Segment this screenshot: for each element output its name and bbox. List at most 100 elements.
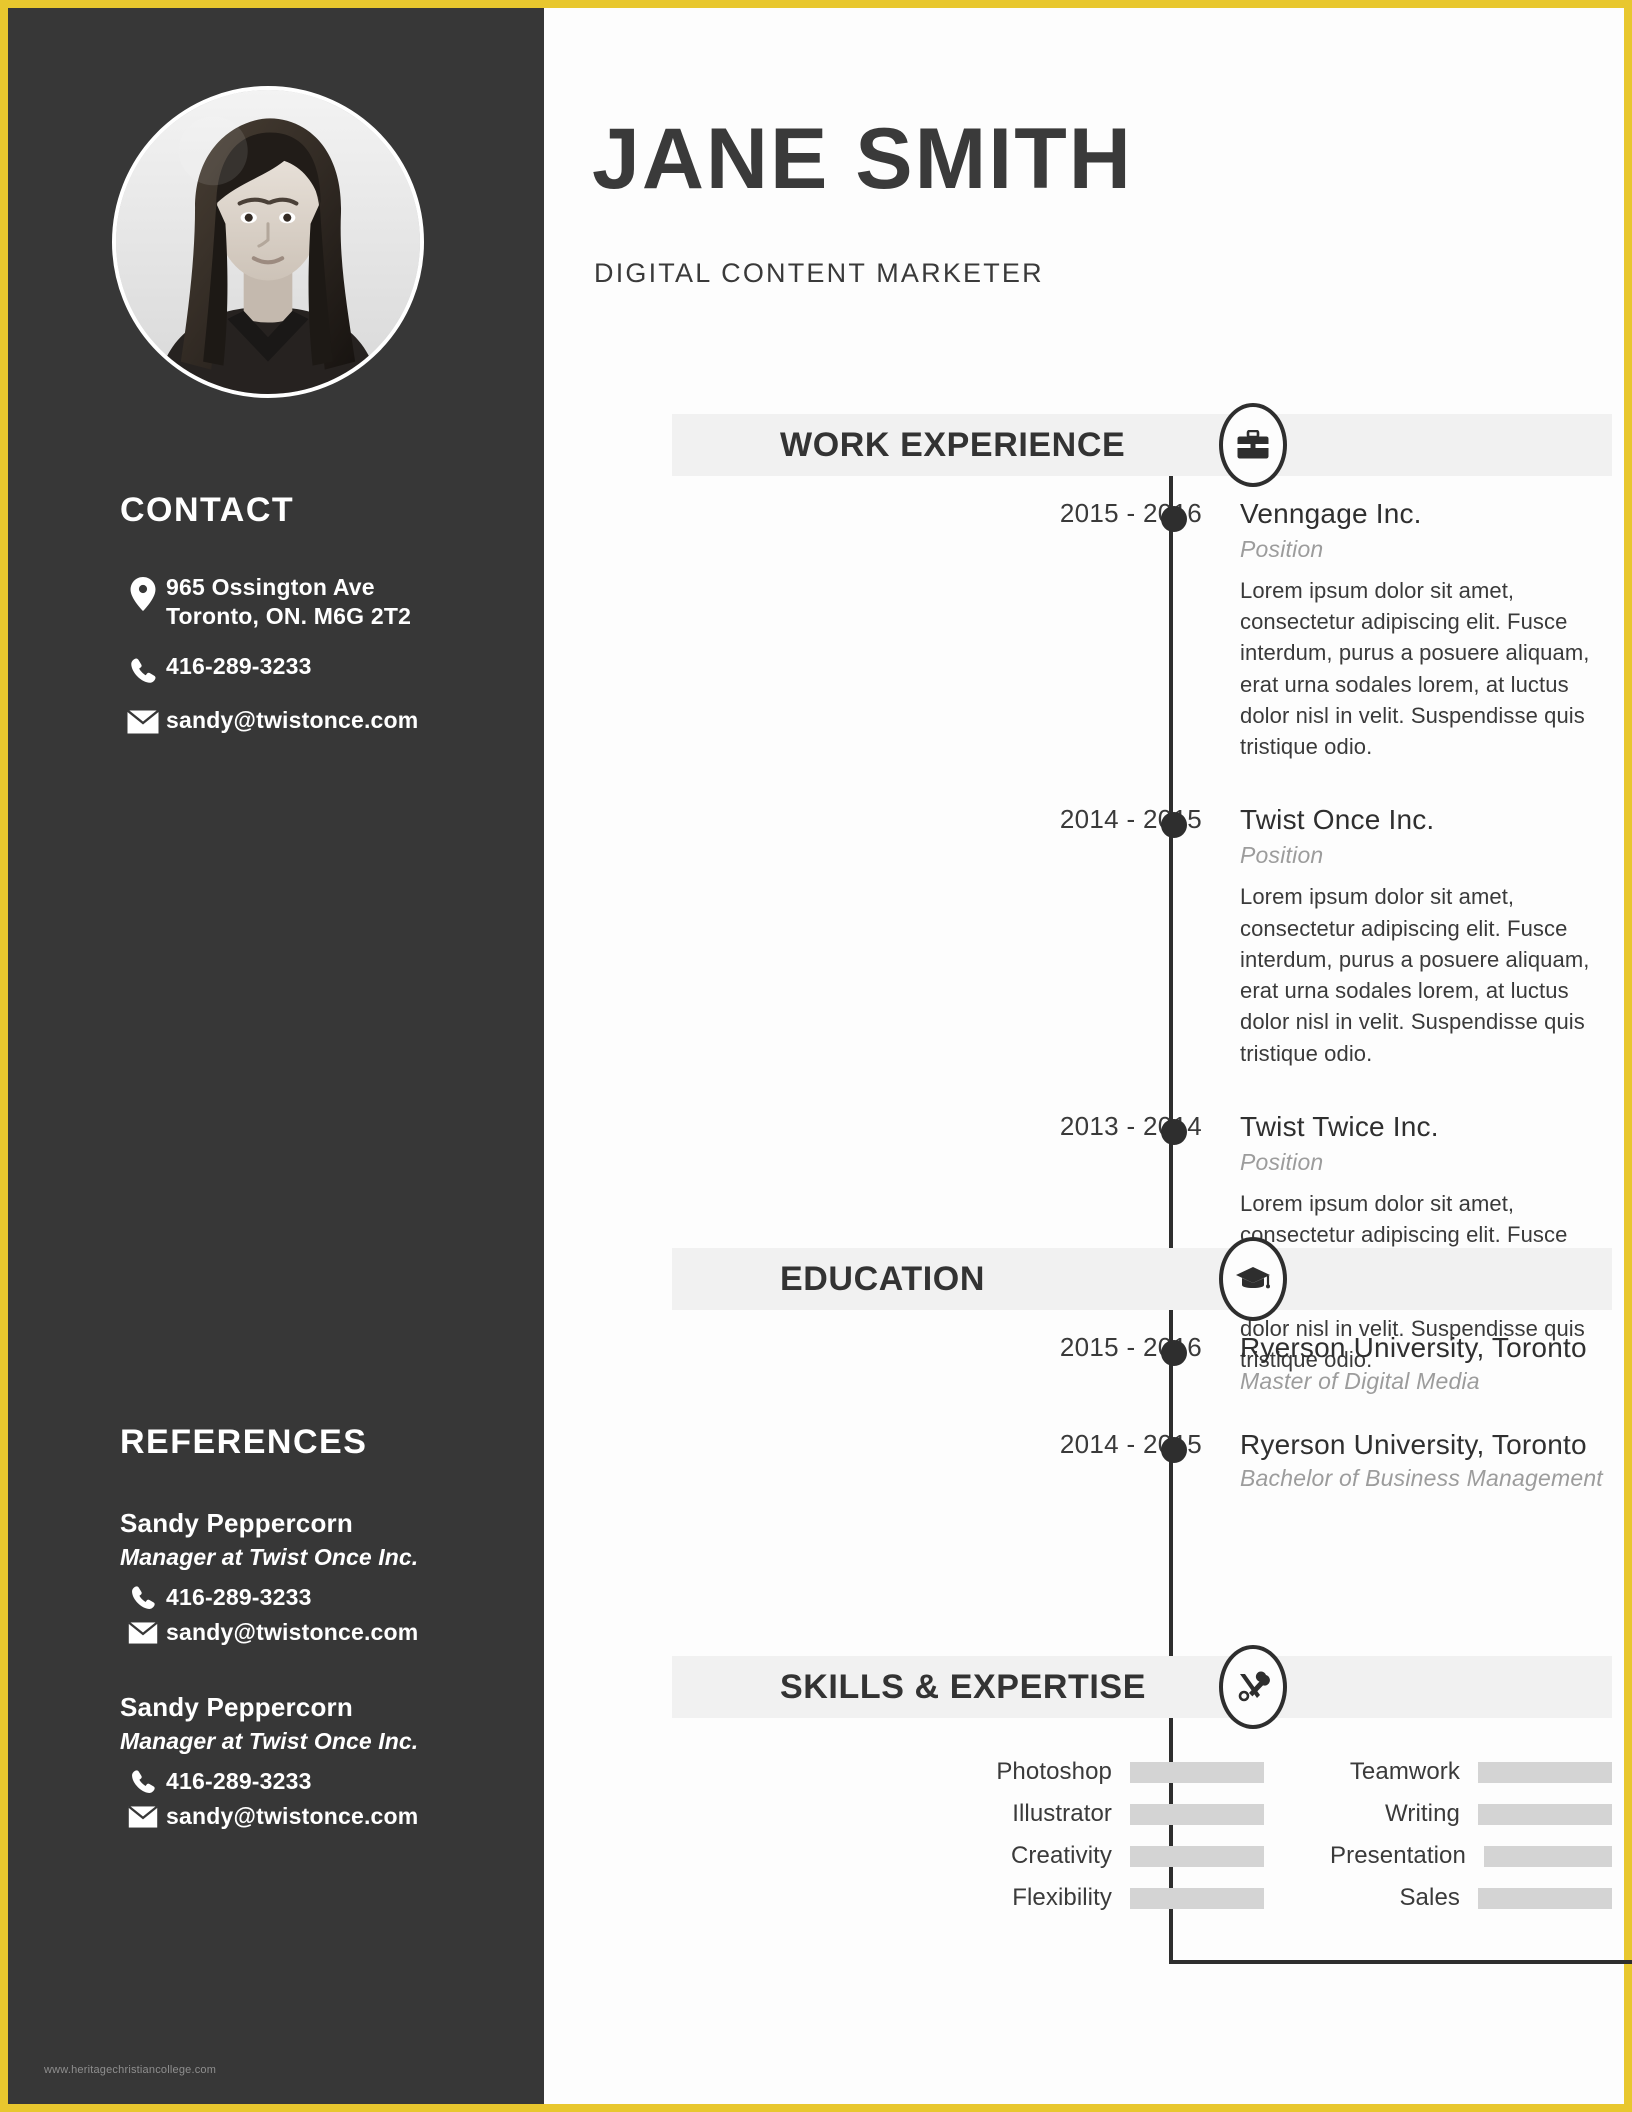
reference-item: Sandy Peppercorn Manager at Twist Once I…: [120, 1692, 520, 1832]
timeline-dot: [1161, 506, 1187, 532]
skill-track: [1478, 1887, 1612, 1909]
reference-phone-row[interactable]: 416-289-3233: [120, 1583, 520, 1612]
job-subtitle: DIGITAL CONTENT MARKETER: [594, 258, 1044, 288]
skill-label: Sales: [1399, 1884, 1460, 1911]
reference-title: Manager at Twist Once Inc.: [120, 1727, 419, 1754]
education-entry-years: 2015 - 2016: [1059, 1332, 1202, 1362]
timeline-rail-foot: [1169, 1960, 1632, 1964]
address-text: 965 Ossington Ave Toronto, ON. M6G 2T2: [166, 573, 411, 632]
work-entry-position: Position: [1240, 536, 1324, 562]
envelope-icon: [120, 1622, 166, 1644]
briefcase-icon: [1219, 403, 1287, 487]
reference-title: Manager at Twist Once Inc.: [120, 1544, 419, 1570]
skill-track: [1130, 1845, 1264, 1867]
education-entry: 2014 - 2015 Ryerson University, Toronto …: [592, 1429, 1612, 1492]
phone-icon: [120, 1768, 166, 1796]
work-entry-position: Position: [1240, 842, 1324, 869]
page-title: JANE SMITH: [592, 111, 1133, 207]
skill-track: [1483, 1845, 1612, 1867]
skill-row: Flexibility: [982, 1878, 1264, 1918]
section-title-skills: SKILLS & EXPERTISE: [780, 1667, 1146, 1706]
work-entry-org: Twist Twice Inc.: [1240, 1110, 1439, 1142]
skill-row: Teamwork: [1330, 1752, 1612, 1792]
skill-row: Creativity: [982, 1836, 1264, 1876]
reference-email: sandy@twistonce.com: [166, 1803, 419, 1830]
reference-email-row[interactable]: sandy@twistonce.com: [120, 1802, 520, 1831]
timeline-dot: [1161, 1118, 1187, 1145]
timeline-dot: [1161, 1340, 1187, 1366]
tools-icon: [1219, 1645, 1287, 1729]
location-pin-icon: [120, 573, 166, 611]
section-header-education: EDUCATION: [672, 1237, 1612, 1321]
references-list: Sandy Peppercorn Manager at Twist Once I…: [120, 1508, 520, 1876]
address-line-1: 965 Ossington Ave: [166, 574, 375, 600]
section-header-skills: SKILLS & EXPERTISE: [672, 1645, 1612, 1729]
work-entry: 2015 - 2016 Venngage Inc. Position Lorem…: [592, 498, 1612, 762]
graduation-cap-icon: [1219, 1237, 1287, 1321]
work-entry-description: Lorem ipsum dolor sit amet, consectetur …: [1240, 578, 1590, 760]
section-header-work: WORK EXPERIENCE: [672, 403, 1612, 487]
resume-sheet: CONTACT 965 Ossington Ave Toronto, ON. M…: [8, 8, 1632, 2104]
envelope-icon: [120, 1806, 166, 1828]
skill-track: [1130, 1761, 1264, 1783]
section-education: EDUCATION 2015 - 2016 Ryerson University…: [592, 1237, 1612, 1526]
education-entry-degree: Bachelor of Business Management: [1240, 1465, 1603, 1491]
page-frame: CONTACT 965 Ossington Ave Toronto, ON. M…: [0, 0, 1632, 2112]
phone-icon: [120, 652, 166, 686]
skills-grid: Photoshop Illustrator Creativity Flexibi…: [982, 1752, 1612, 1920]
skill-row: Presentation: [1330, 1836, 1612, 1876]
skill-label: Illustrator: [1012, 1800, 1112, 1827]
contact-item-address: 965 Ossington Ave Toronto, ON. M6G 2T2: [120, 573, 520, 632]
skill-label: Teamwork: [1349, 1758, 1460, 1785]
skill-track: [1130, 1803, 1264, 1825]
reference-phone: 416-289-3233: [166, 1767, 312, 1794]
skills-column-right: Teamwork Writing Presentation Sales: [1330, 1752, 1612, 1920]
envelope-icon: [120, 706, 166, 734]
skill-label: Photoshop: [996, 1758, 1112, 1785]
email-text: sandy@twistonce.com: [166, 706, 419, 733]
contact-list: 965 Ossington Ave Toronto, ON. M6G 2T2 4…: [120, 573, 520, 755]
skill-row: Writing: [1330, 1794, 1612, 1834]
education-entry-years: 2014 - 2015: [1059, 1429, 1202, 1459]
skill-label: Flexibility: [1012, 1884, 1112, 1911]
main-content: JANE SMITH DIGITAL CONTENT MARKETER WORK…: [544, 8, 1632, 2104]
address-line-2: Toronto, ON. M6G 2T2: [166, 603, 412, 630]
education-entry-degree: Master of Digital Media: [1240, 1368, 1480, 1394]
avatar: [112, 86, 424, 398]
contact-item-phone[interactable]: 416-289-3233: [120, 652, 520, 686]
work-entry-years: 2015 - 2016: [1059, 498, 1202, 528]
skill-row: Photoshop: [982, 1752, 1264, 1792]
timeline-dot: [1161, 1437, 1187, 1463]
section-title-education: EDUCATION: [780, 1259, 985, 1298]
work-entry: 2014 - 2015 Twist Once Inc. Position Lor…: [592, 804, 1612, 1068]
sidebar: CONTACT 965 Ossington Ave Toronto, ON. M…: [8, 8, 544, 2104]
skill-track: [1478, 1803, 1612, 1825]
work-entries: 2015 - 2016 Venngage Inc. Position Lorem…: [592, 498, 1612, 1375]
reference-email: sandy@twistonce.com: [166, 1619, 419, 1646]
contact-heading: CONTACT: [120, 491, 295, 529]
skills-column-left: Photoshop Illustrator Creativity Flexibi…: [982, 1752, 1264, 1920]
section-skills: SKILLS & EXPERTISE Photoshop Illustrator: [592, 1645, 1612, 1920]
skill-label: Presentation: [1330, 1842, 1466, 1869]
reference-item: Sandy Peppercorn Manager at Twist Once I…: [120, 1508, 520, 1648]
work-entry-description: Lorem ipsum dolor sit amet, consectetur …: [1240, 884, 1590, 1066]
work-entry-position: Position: [1240, 1148, 1324, 1175]
contact-item-email[interactable]: sandy@twistonce.com: [120, 706, 520, 735]
skill-row: Illustrator: [982, 1794, 1264, 1834]
reference-phone: 416-289-3233: [166, 1584, 312, 1610]
work-entry-years: 2014 - 2015: [1059, 804, 1202, 835]
portrait-photo: [116, 90, 420, 394]
watermark: www.heritagechristiancollege.com: [44, 2064, 217, 2076]
skill-track: [1130, 1887, 1264, 1909]
education-entry-school: Ryerson University, Toronto: [1240, 1332, 1587, 1363]
references-heading: REFERENCES: [120, 1423, 368, 1461]
section-title-work: WORK EXPERIENCE: [780, 425, 1126, 464]
skill-label: Writing: [1385, 1800, 1460, 1827]
skill-track: [1478, 1761, 1612, 1783]
reference-phone-row[interactable]: 416-289-3233: [120, 1767, 520, 1796]
phone-icon: [120, 1584, 166, 1612]
reference-name: Sandy Peppercorn: [120, 1508, 353, 1538]
skill-row: Sales: [1330, 1878, 1612, 1918]
education-entry-school: Ryerson University, Toronto: [1240, 1429, 1587, 1460]
reference-email-row[interactable]: sandy@twistonce.com: [120, 1618, 520, 1647]
